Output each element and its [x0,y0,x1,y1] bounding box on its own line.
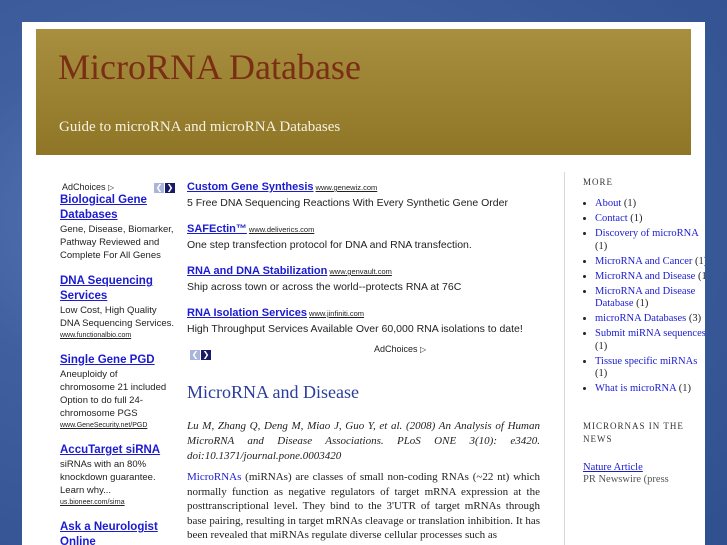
category-link[interactable]: Contact [595,213,628,224]
category-count: (1) [595,240,608,252]
category-item: MicroRNA and Disease Database (1) [595,286,705,311]
text-ad: RNA and DNA Stabilization www.genvault.co… [187,261,540,295]
post-citation: Lu M, Zhang Q, Deng M, Miao J, Guo Y, et… [187,420,540,462]
left-ad-title[interactable]: AccuTarget siRNA [60,443,175,458]
category-item: Discovery of microRNA (1) [595,228,705,253]
category-item: microRNA Databases (3) [595,313,705,326]
text-ad: Custom Gene Synthesis www.genewiz.com 5 F… [187,177,540,211]
play-triangle-icon: ▷ [420,345,427,354]
news-article-link[interactable]: Nature Article [583,462,705,473]
left-ad-column: AdChoices ▷ ❮ ❯ Biological Gene Databases… [60,177,175,545]
category-link[interactable]: What is microRNA [595,383,676,394]
category-link[interactable]: Submit miRNA sequences [595,328,705,339]
text-ad: RNA Isolation Services www.jinfiniti.com … [187,303,540,337]
category-item: MicroRNA and Cancer (1) [595,256,705,269]
ad-title[interactable]: RNA Isolation Services [187,307,307,319]
chevron-left-icon[interactable]: ❮ [154,183,164,193]
category-count: (1) [621,198,637,209]
sidebar-heading-more: MORE [583,177,614,187]
news-source: PR Newswire (press [583,473,669,485]
ad-title[interactable]: RNA and DNA Stabilization [187,265,327,277]
category-link[interactable]: microRNA Databases [595,313,686,324]
play-triangle-icon: ▷ [108,183,115,192]
category-item: Contact (1) [595,213,705,226]
ad-title[interactable]: Custom Gene Synthesis [187,181,314,193]
category-list: About (1) Contact (1) Discovery of micro… [583,198,705,396]
text-ad: SAFEctin™ www.deliverics.com One step tra… [187,219,540,253]
sidebar-heading-news: MICRORNAS IN THE NEWS [583,420,684,444]
ad-url[interactable]: www.jinfiniti.com [309,309,364,318]
category-link[interactable]: Tissue specific miRNAs [595,356,697,367]
adchoices-label: AdChoices [374,344,418,354]
ad-nav: ❮ ❯ [189,344,211,362]
adchoices-label: AdChoices [62,182,106,192]
category-item: About (1) [595,198,705,211]
microrna-link[interactable]: MicroRNAs [187,471,241,483]
category-link[interactable]: Discovery of microRNA [595,228,698,239]
page: MicroRNA Database Guide to microRNA and … [22,22,705,545]
left-ad-url[interactable]: us.bioneer.com/sirna [60,497,175,508]
ad-nav: ❮ ❯ [153,177,175,195]
category-item: Submit miRNA sequences (1) [595,328,705,353]
adchoices-link[interactable]: AdChoices ▷ [374,344,426,354]
ad-description: High Throughput Services Available Over … [187,323,523,335]
category-count: (1) [595,340,608,352]
left-ad-title[interactable]: Single Gene PGD [60,353,175,368]
category-count: (1) [697,270,705,282]
post-title[interactable]: MicroRNA and Disease [187,382,540,403]
ad-url[interactable]: www.deliverics.com [249,225,314,234]
category-item: What is microRNA (1) [595,383,705,396]
left-ad: AccuTarget siRNA siRNAs with an 80% knoc… [60,443,175,508]
chevron-right-icon[interactable]: ❯ [201,350,211,360]
category-link[interactable]: About [595,198,621,209]
sidebar: MORE About (1) Contact (1) Discovery of … [564,172,705,545]
left-ad-body: Low Cost, High Quality DNA Sequencing Se… [60,305,175,329]
ad-title[interactable]: SAFEctin™ [187,223,247,235]
chevron-left-icon[interactable]: ❮ [190,350,200,360]
left-ad-body: Aneuploidy of chromosome 21 included Opt… [60,369,167,419]
category-item: Tissue specific miRNAs (1) [595,356,705,381]
ad-description: One step transfection protocol for DNA a… [187,239,472,251]
left-ad-title[interactable]: DNA Sequencing Services [60,274,175,304]
ad-footer: ❮ ❯ AdChoices ▷ [187,343,540,360]
category-count: (1) [695,255,705,267]
site-title[interactable]: MicroRNA Database [58,49,361,85]
category-link[interactable]: MicroRNA and Disease [595,271,695,282]
category-link[interactable]: MicroRNA and Cancer [595,256,692,267]
category-count: (1) [676,383,691,394]
left-ad-title[interactable]: Ask a Neurologist Online [60,520,175,545]
left-ad: DNA Sequencing Services Low Cost, High Q… [60,274,175,341]
chevron-right-icon[interactable]: ❯ [165,183,175,193]
left-ad: Ask a Neurologist Online [60,520,175,545]
category-count: (1) [595,368,608,379]
ad-url[interactable]: www.genewiz.com [316,183,378,192]
category-count: (1) [627,213,643,224]
ad-description: 5 Free DNA Sequencing Reactions With Eve… [187,197,508,209]
left-ad-url[interactable]: www.functionalbio.com [60,330,175,341]
site-tagline: Guide to microRNA and microRNA Databases [59,119,341,135]
ad-url[interactable]: www.genvault.com [329,267,392,276]
adchoices-link[interactable]: AdChoices ▷ [62,182,114,192]
left-ad: Biological Gene Databases Gene, Disease,… [60,193,175,262]
post-body: MicroRNAs (miRNAs) are classes of small … [187,470,540,543]
left-ad-body: siRNAs with an 80% knockdown guarantee. … [60,459,156,496]
ad-description: Ship across town or across the world--pr… [187,281,462,293]
category-count: (1) [633,298,649,309]
left-ad: Single Gene PGD Aneuploidy of chromosome… [60,353,175,431]
main-content: Custom Gene Synthesis www.genewiz.com 5 F… [187,177,540,543]
left-ad-body: Gene, Disease, Biomarker, Pathway Review… [60,224,174,261]
category-item: MicroRNA and Disease (1) [595,271,705,284]
category-count: (3) [686,313,702,324]
site-header: MicroRNA Database Guide to microRNA and … [36,29,691,155]
left-ad-title[interactable]: Biological Gene Databases [60,193,175,223]
left-ad-url[interactable]: www.GeneSecurity.net/PGD [60,420,175,431]
